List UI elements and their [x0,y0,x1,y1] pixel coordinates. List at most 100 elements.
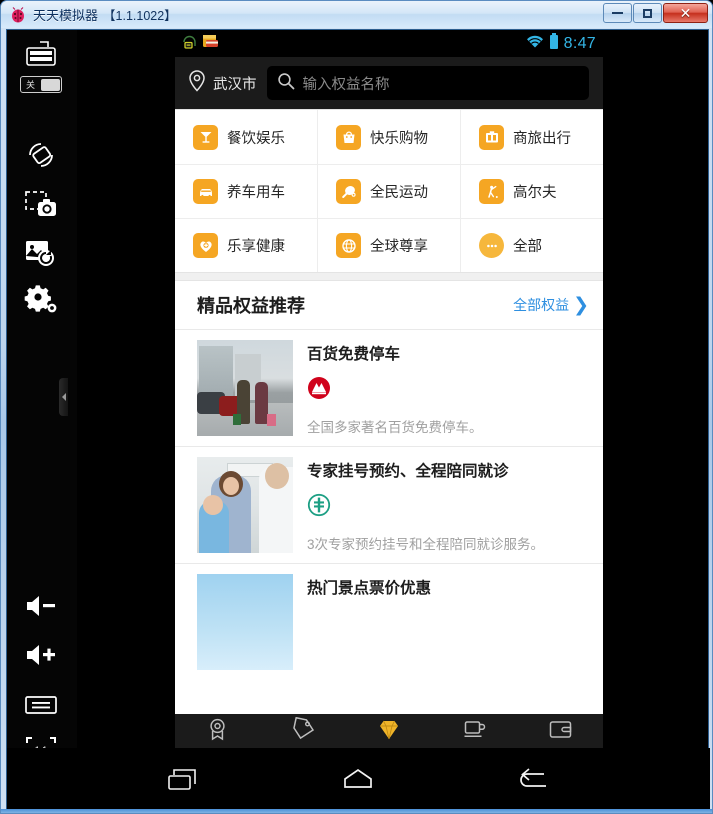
medal-icon [205,717,230,747]
category-label: 乐享健康 [227,239,285,255]
title-bar: 天天模拟器 【1.1.1022】 ✕ [1,1,712,28]
minimize-icon [612,12,623,14]
rotate-screen-icon[interactable] [21,135,61,175]
recents-button[interactable] [161,759,207,799]
chevron-right-icon: ❯ [573,294,589,316]
category-item-golf[interactable]: 高尔夫 [460,165,603,218]
city-label: 武汉市 [213,76,257,93]
offer-desc: 全国多家著名百货免费停车。 [307,420,483,435]
shopping-bag-icon [336,124,361,150]
heart-plus-icon [193,233,218,258]
maximize-button[interactable] [633,3,662,23]
headset-notification-icon [182,34,197,54]
category-label: 全球尊享 [370,239,428,255]
offer-thumbnail [197,340,293,436]
battery-icon [549,33,559,54]
section-title: 精品权益推荐 [197,296,305,316]
category-label: 养车用车 [227,185,285,201]
category-row: 乐享健康 全球尊享 全部 [175,218,603,272]
minimize-button[interactable] [603,3,632,23]
category-item-auto[interactable]: 养车用车 [175,165,317,218]
window-controls: ✕ [603,3,708,23]
menu-icon[interactable] [21,685,61,725]
app-header: 武汉市 输入权益名称 [175,57,603,109]
volume-down-icon[interactable] [21,586,61,626]
search-placeholder: 输入权益名称 [302,76,390,93]
keyboard-mapping-icon[interactable] [21,34,61,74]
category-item-travel[interactable]: 商旅出行 [460,110,603,164]
offer-thumbnail [197,574,293,670]
green-circle-brand-logo [307,493,331,517]
toggle-switch-label: 关 [25,80,35,90]
ladybug-icon [10,6,26,23]
car-icon [193,179,218,204]
section-divider [175,272,603,281]
category-item-sports[interactable]: 全民运动 [317,165,460,218]
window-version: 【1.1.1022】 [103,9,177,23]
category-item-all[interactable]: 全部 [460,219,603,272]
maximize-icon [643,8,652,18]
close-button[interactable]: ✕ [663,3,708,23]
offer-item[interactable]: 百货免费停车 全国多家著名百货免费停车。 [175,329,603,446]
category-row: 餐饮娱乐 快乐购物 商旅出行 [175,110,603,164]
category-label: 全部 [513,239,542,255]
screenshot-icon[interactable] [21,185,61,225]
category-item-dining[interactable]: 餐饮娱乐 [175,110,317,164]
offer-item[interactable]: 热门景点票价优惠 [175,563,603,680]
close-icon: ✕ [679,5,692,21]
phone-screen: 8:47 武汉市 输入权益名称 餐饮娱乐 快乐购物 商旅出行 养车用车 全民运动… [175,30,603,772]
toggle-knob [41,78,60,91]
category-item-global[interactable]: 全球尊享 [317,219,460,272]
wallet-icon [548,717,573,747]
chevron-left-icon [61,393,66,401]
home-button[interactable] [335,759,381,799]
window-bottom-strip [1,809,712,813]
offer-title: 百货免费停车 [307,346,401,363]
offer-desc: 3次专家预约挂号和全程陪同就诊服务。 [307,537,545,552]
media-import-icon[interactable] [21,233,61,273]
category-item-shopping[interactable]: 快乐购物 [317,110,460,164]
settings-gear-icon[interactable] [21,280,61,320]
red-circle-brand-logo [307,376,331,400]
category-label: 全民运动 [370,185,428,201]
category-label: 高尔夫 [513,185,557,201]
more-dots-icon [479,233,504,258]
offer-title: 专家挂号预约、全程陪同就诊 [307,463,509,480]
emulator-toolbar: 关 [7,30,77,810]
briefcase-icon [479,124,504,150]
status-clock: 8:47 [563,34,596,52]
view-all-benefits-link[interactable]: 全部权益 ❯ [513,295,589,315]
search-input[interactable]: 输入权益名称 [266,66,589,100]
category-grid: 餐饮娱乐 快乐购物 商旅出行 养车用车 全民运动 高尔夫 乐享健康 全球尊享 全… [175,109,603,272]
sidebar-collapse-handle[interactable] [59,378,68,416]
emulator-canvas: 关 8:47 武汉市 输入权益名称 餐饮娱乐 快乐购物 商旅出行 养车用车 全民… [6,29,710,811]
city-selector[interactable]: 武汉市 [187,69,257,97]
offer-item[interactable]: 专家挂号预约、全程陪同就诊 3次专家预约挂号和全程陪同就诊服务。 [175,446,603,563]
category-row: 养车用车 全民运动 高尔夫 [175,164,603,218]
android-nav-bar [7,748,710,810]
offer-title: 热门景点票价优惠 [307,580,432,597]
android-status-bar: 8:47 [175,30,603,57]
volume-up-icon[interactable] [21,635,61,675]
toggle-switch[interactable]: 关 [20,76,62,93]
section-header: 精品权益推荐 全部权益 ❯ [175,281,603,329]
wifi-icon [526,35,544,53]
wallet-card-icon [202,33,219,54]
offer-thumbnail [197,457,293,553]
diamond-icon [376,718,402,747]
window-title: 天天模拟器 [33,8,99,23]
view-all-label: 全部权益 [513,297,570,313]
back-button[interactable] [510,759,556,799]
golfer-icon [479,179,504,204]
category-item-health[interactable]: 乐享健康 [175,219,317,272]
search-icon [277,72,295,95]
cocktail-icon [193,124,218,150]
category-label: 快乐购物 [370,130,428,147]
tag-icon [291,716,316,747]
location-pin-icon [187,69,207,97]
category-label: 商旅出行 [513,130,571,147]
emulator-window: 天天模拟器 【1.1.1022】 ✕ 关 8:47 武汉市 输入权益名称 餐饮娱… [0,0,713,814]
globe-icon [336,233,361,258]
category-label: 餐饮娱乐 [227,130,285,147]
cup-icon [462,717,487,747]
